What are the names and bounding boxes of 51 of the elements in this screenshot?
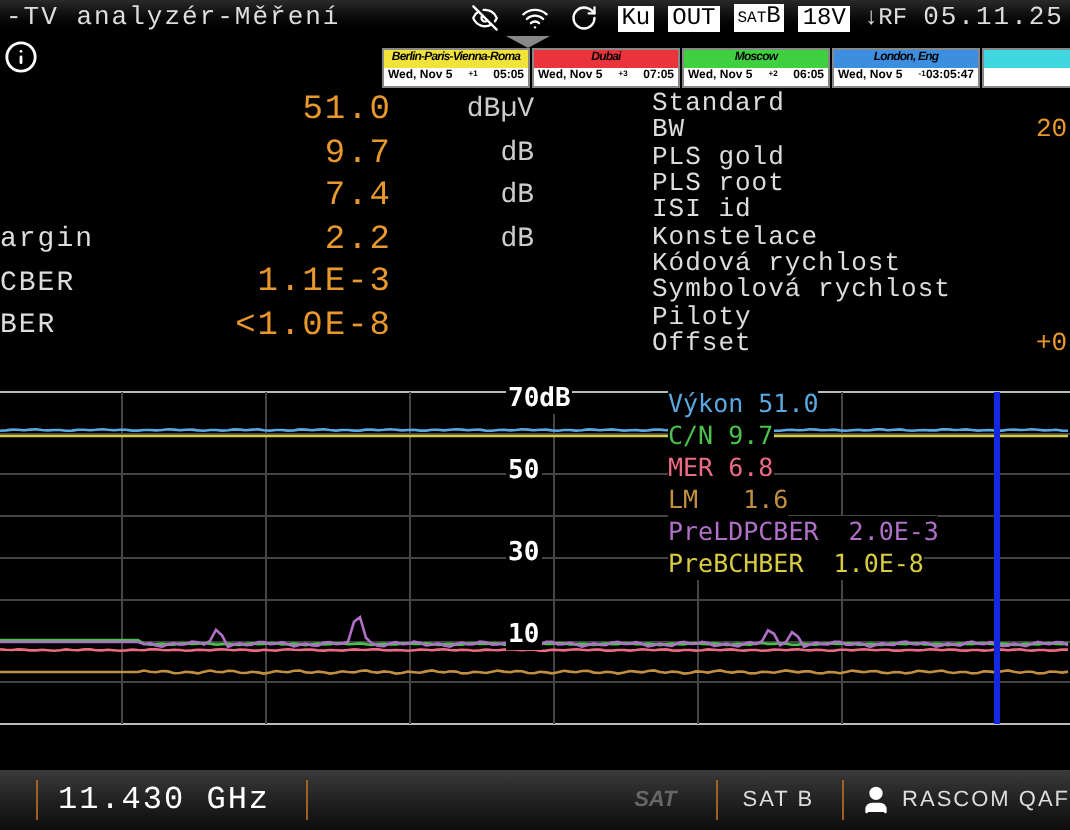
sat-logo: SAT bbox=[634, 785, 677, 816]
parameter-label: PLS root bbox=[652, 170, 787, 197]
cursor-marker[interactable] bbox=[994, 392, 1000, 724]
status-badge: OUT bbox=[668, 5, 720, 31]
measurement-unit: dB bbox=[498, 135, 534, 174]
axis-label: 70dB bbox=[506, 386, 573, 414]
measurement-unit: dBµV bbox=[464, 92, 534, 131]
status-badge: 18V bbox=[798, 5, 850, 31]
measurement-label: argin bbox=[0, 222, 97, 261]
parameter-label: ISI id bbox=[652, 196, 754, 223]
rf-label: ↓RF bbox=[863, 2, 908, 36]
user-name: RASCOM QAF bbox=[902, 785, 1070, 816]
parameter-value: 20 bbox=[1036, 116, 1070, 143]
parameter-label: Konstelace bbox=[652, 223, 819, 250]
measurement-unit: dB bbox=[498, 222, 534, 261]
satellite-label: SAT B bbox=[742, 785, 815, 816]
date-text: 05.11.25 bbox=[923, 0, 1064, 37]
measurement-label: CBER bbox=[0, 265, 78, 304]
status-badge: SATB bbox=[733, 4, 785, 32]
eye-off-icon bbox=[469, 4, 500, 32]
measurement-label: BER bbox=[0, 308, 59, 347]
legend-entry: C/N 9.7 bbox=[668, 420, 774, 452]
legend-entry: PreBCHBER 1.0E-8 bbox=[668, 548, 924, 580]
parameter-value: +0 bbox=[1036, 329, 1070, 356]
measurement-value: 9.7 bbox=[322, 133, 392, 178]
dropdown-triangle-icon[interactable] bbox=[506, 36, 550, 48]
measurement-value: 7.4 bbox=[322, 176, 392, 221]
parameter-label: Standard bbox=[652, 90, 787, 117]
parameter-label: PLS gold bbox=[652, 143, 787, 170]
refresh-icon bbox=[569, 4, 598, 32]
parameter-label: Piloty bbox=[652, 303, 752, 330]
parameter-label: Kódová rychlost bbox=[652, 249, 902, 276]
legend-entry: Výkon 51.0 bbox=[668, 388, 819, 420]
legend-entry: PreLDPCBER 2.0E-3 bbox=[668, 516, 939, 548]
status-badge: Ku bbox=[617, 5, 655, 31]
measurement-value: 1.1E-3 bbox=[255, 262, 392, 307]
parameter-label: Symbolová rychlost bbox=[652, 276, 953, 303]
window-title: -TV analyzér-Měření bbox=[6, 0, 341, 37]
legend-entry: LM 1.6 bbox=[668, 484, 789, 516]
parameter-label: Offset bbox=[652, 329, 754, 356]
info-icon[interactable] bbox=[4, 40, 38, 74]
measurement-value: 51.0 bbox=[300, 90, 392, 135]
user-icon bbox=[860, 784, 893, 816]
axis-label: 10 bbox=[506, 622, 542, 650]
parameter-label: BW bbox=[652, 116, 688, 143]
measurement-value: 2.2 bbox=[322, 219, 392, 264]
legend-entry: MER 6.8 bbox=[668, 452, 774, 484]
frequency-text: 11.430 GHz bbox=[58, 780, 271, 822]
measurement-unit: dB bbox=[498, 178, 534, 217]
wifi-icon bbox=[519, 4, 550, 32]
measurement-value: <1.0E-8 bbox=[233, 306, 392, 351]
